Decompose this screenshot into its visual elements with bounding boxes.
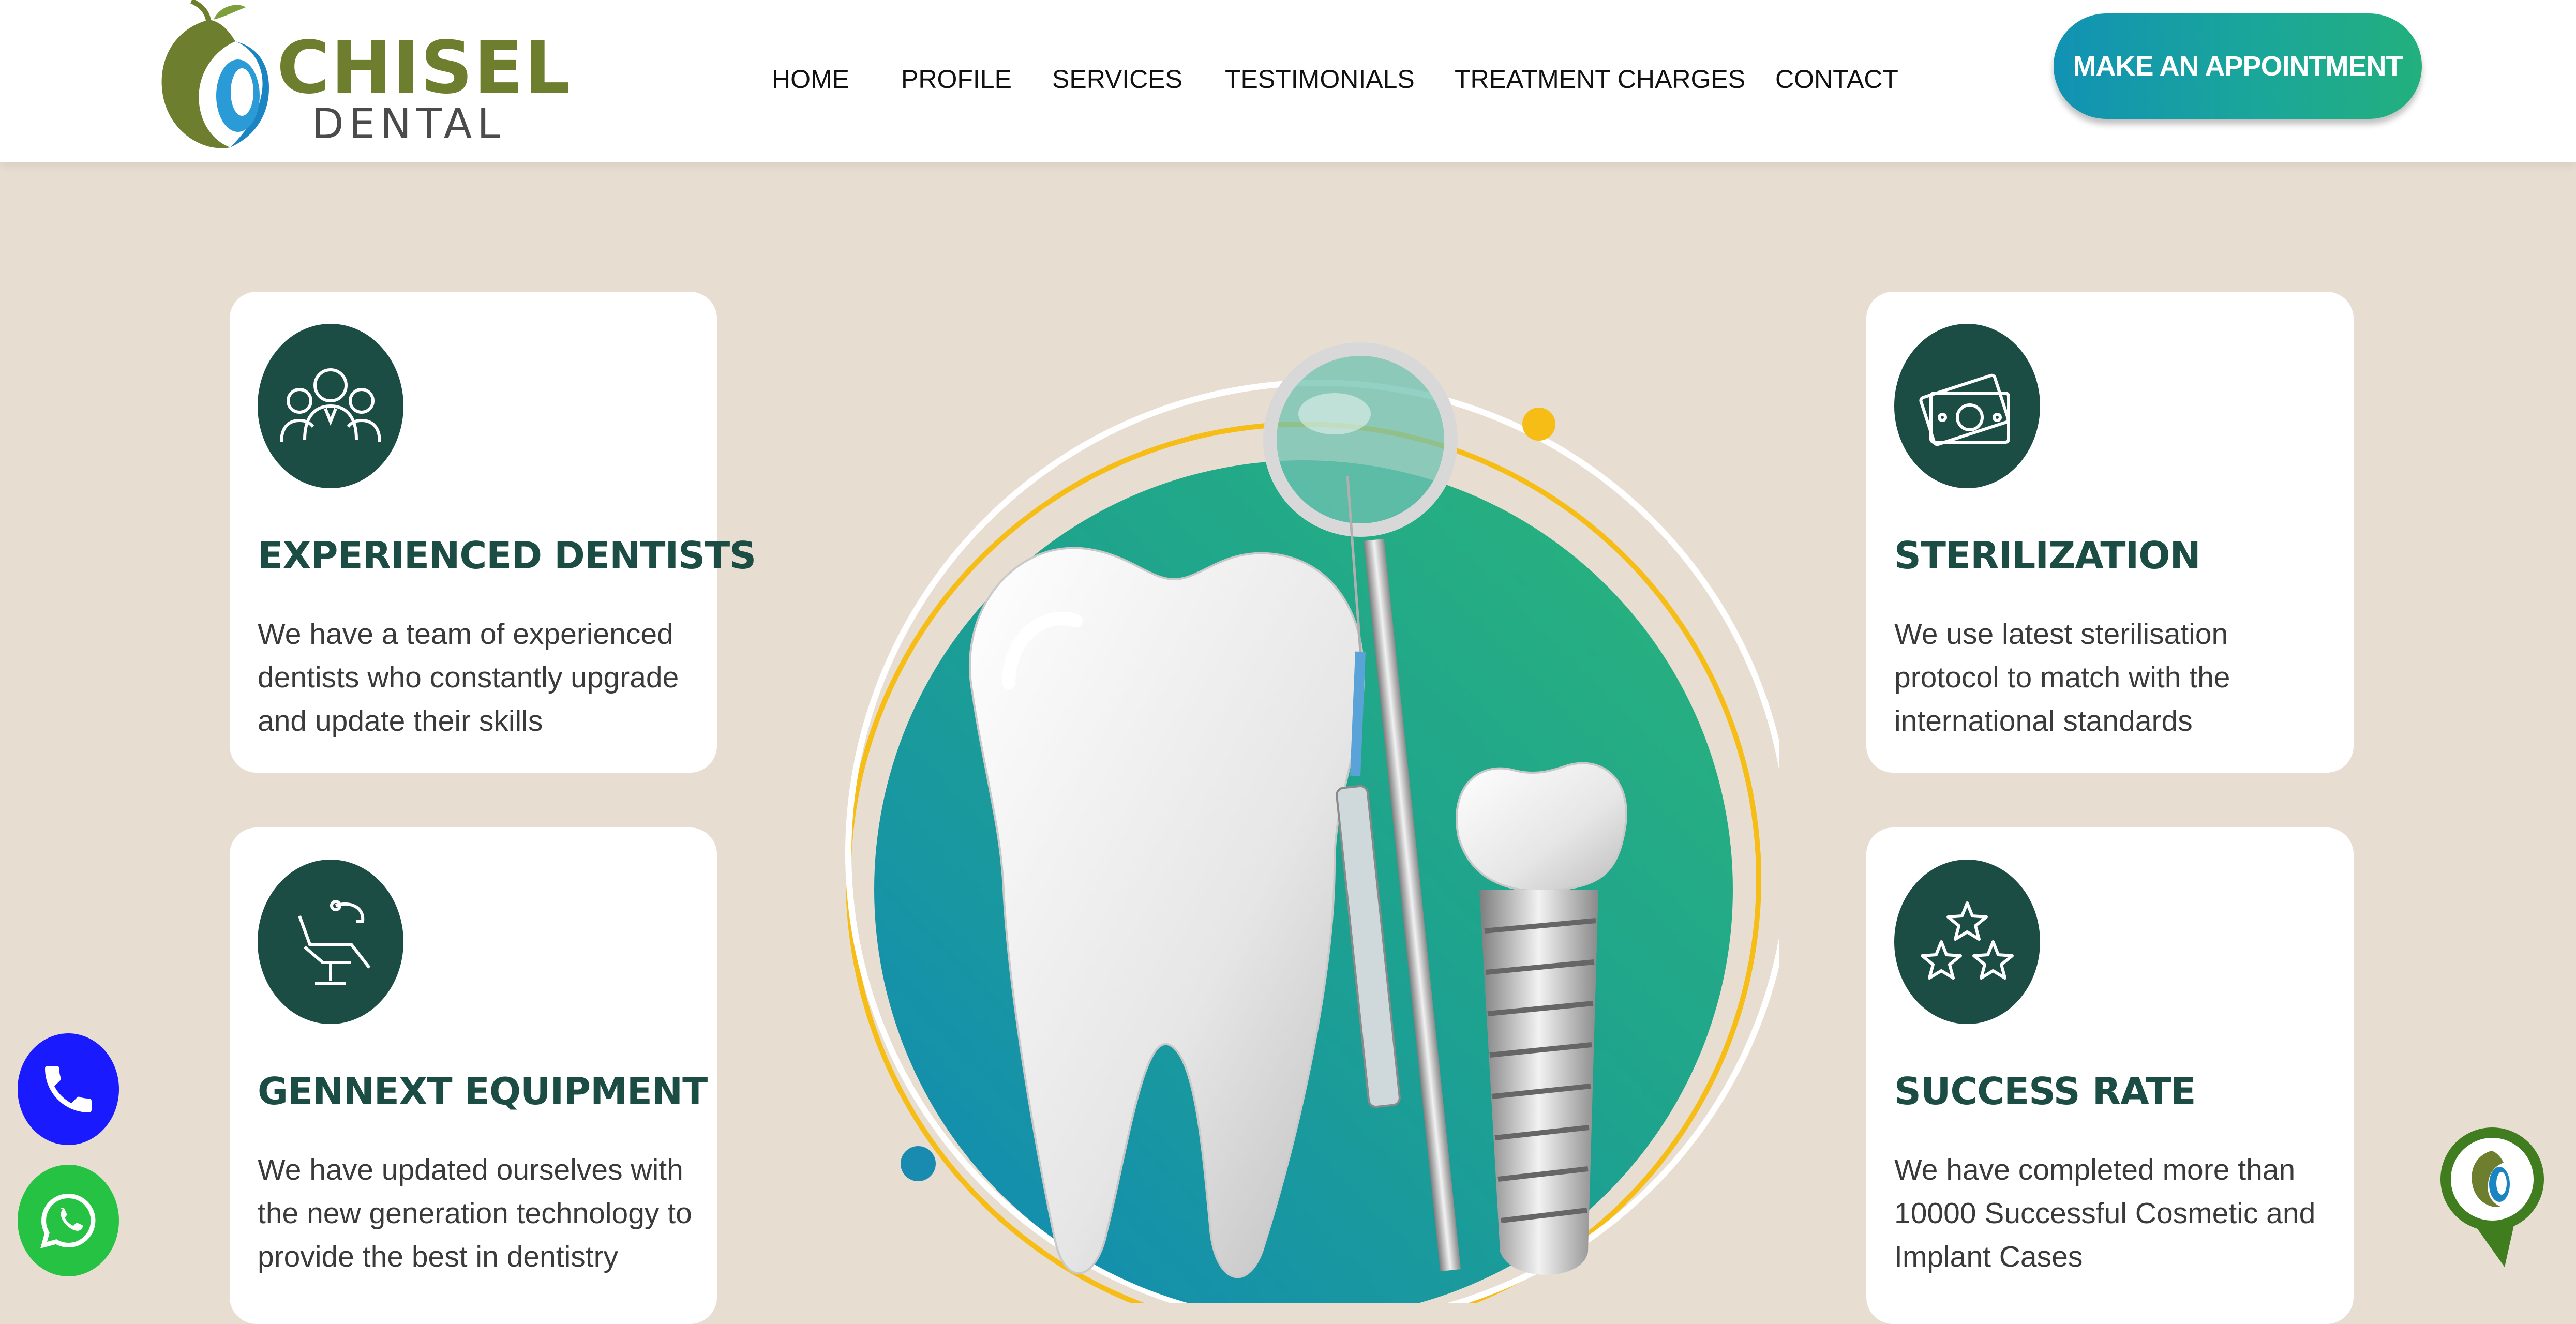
- whatsapp-button[interactable]: [18, 1165, 119, 1276]
- whatsapp-icon: [40, 1193, 96, 1248]
- nav-profile[interactable]: PROFILE: [901, 61, 1012, 97]
- nav-treatment-charges[interactable]: TREATMENT CHARGES: [1455, 61, 1745, 97]
- make-appointment-button[interactable]: MAKE AN APPOINTMENT: [2054, 13, 2422, 119]
- team-icon: [258, 324, 403, 488]
- feature-title: SUCCESS RATE: [1894, 1070, 2196, 1113]
- chat-widget-button[interactable]: [2437, 1122, 2547, 1272]
- hero-dental-illustration: [838, 321, 1793, 1324]
- chat-logo-icon: [2440, 1127, 2544, 1267]
- feature-title: GENNEXT EQUIPMENT: [258, 1070, 708, 1113]
- stars-icon: [1894, 860, 2040, 1024]
- feature-description: We use latest sterilisation protocol to …: [1894, 618, 2230, 738]
- nav-services[interactable]: SERVICES: [1052, 61, 1182, 97]
- feature-description: We have a team of experienced dentists w…: [258, 618, 679, 738]
- feature-card-sterilization: STERILIZATION We use latest sterilisatio…: [1866, 292, 2354, 773]
- feature-card-experienced-dentists: EXPERIENCED DENTISTS We have a team of e…: [230, 292, 756, 773]
- brand-name: CHISEL: [277, 26, 572, 110]
- phone-icon: [45, 1066, 92, 1112]
- phone-call-button[interactable]: [18, 1033, 119, 1145]
- feature-description: We have completed more than 10000 Succes…: [1894, 1153, 2316, 1273]
- logo-mark-icon: [161, 0, 269, 148]
- feature-card-success-rate: SUCCESS RATE We have completed more than…: [1866, 828, 2354, 1324]
- dental-chair-icon: [258, 860, 403, 1024]
- feature-title: EXPERIENCED DENTISTS: [258, 534, 756, 577]
- feature-title: STERILIZATION: [1894, 534, 2201, 577]
- nav-home[interactable]: HOME: [772, 61, 849, 97]
- feature-description: We have updated ourselves with the new g…: [258, 1153, 692, 1273]
- brand-logo[interactable]: CHISEL DENTAL: [147, 0, 571, 155]
- brand-subtitle: DENTAL: [312, 100, 505, 148]
- nav-testimonials[interactable]: TESTIMONIALS: [1225, 61, 1415, 97]
- feature-card-gennext-equipment: GENNEXT EQUIPMENT We have updated oursel…: [230, 828, 717, 1324]
- money-icon: [1894, 324, 2040, 488]
- site-header: CHISEL DENTAL HOME PROFILE SERVICES TEST…: [0, 0, 2576, 162]
- nav-contact[interactable]: CONTACT: [1775, 61, 1898, 97]
